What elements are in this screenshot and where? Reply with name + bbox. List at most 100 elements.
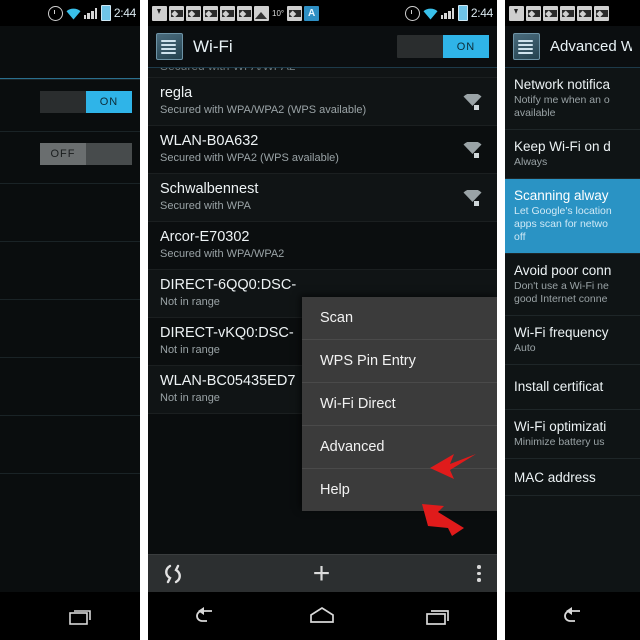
menu-item-wifi-direct[interactable]: Wi-Fi Direct (302, 383, 497, 426)
left-list-row[interactable] (0, 184, 140, 242)
recents-icon[interactable] (64, 601, 98, 631)
left-status-system-icons: 2:44 (47, 5, 136, 21)
right-phone-panel: Advanced W Network notifica Notify me wh… (505, 0, 640, 640)
envelope-icon (220, 5, 235, 21)
left-list-row[interactable] (0, 416, 140, 474)
wifi-network-row[interactable]: Arcor-E70302 Secured with WPA/WPA2 (148, 222, 497, 270)
wifi-status: Secured with WPA/WPA2 (160, 248, 285, 260)
wifi-secured-icon (462, 188, 483, 206)
add-network-button[interactable]: + (268, 555, 374, 592)
wifi-ssid: Schwalbennest (160, 181, 259, 197)
setting-title: MAC address (514, 470, 596, 485)
wifi-ssid: Arcor-E70302 (160, 229, 250, 245)
left-list-row[interactable] (0, 358, 140, 416)
mid-phone-panel: 10° A 2:44 Wi-Fi ON regla Secured with W… (148, 0, 497, 640)
setting-row-mac-address[interactable]: MAC address (505, 459, 640, 496)
left-toggle-off-label: OFF (40, 143, 86, 165)
setting-title: Wi-Fi frequency (514, 325, 609, 340)
red-arrow-pointing-to-overflow-menu (418, 498, 476, 538)
left-row-spacer (0, 26, 140, 80)
advanced-settings-list[interactable]: Network notifica Notify me when an o ava… (505, 68, 640, 592)
mid-status-bar: 10° A 2:44 (148, 0, 497, 26)
setting-row-wifi-optimization[interactable]: Wi-Fi optimizati Minimize battery us (505, 410, 640, 459)
envelope-icon (186, 5, 201, 21)
download-icon (152, 5, 167, 21)
mid-action-bar: Wi-Fi ON (148, 26, 497, 68)
back-icon[interactable] (556, 601, 590, 631)
panel-gap (497, 0, 505, 640)
mid-nav-bar (148, 592, 497, 640)
left-list-row[interactable] (0, 300, 140, 358)
left-settings-body: ON OFF (0, 26, 140, 592)
wifi-status: Secured with WPA2 (WPS available) (160, 152, 339, 164)
wifi-network-row[interactable]: Schwalbennest Secured with WPA (148, 174, 497, 222)
setting-sub: Auto (514, 342, 536, 354)
recents-icon[interactable] (422, 601, 456, 631)
left-phone-panel: 2:44 ON OFF (0, 0, 140, 640)
wifi-icon (66, 7, 81, 20)
setting-title: Scanning alway (514, 188, 609, 203)
envelope-icon (560, 5, 575, 21)
signal-icon (440, 7, 455, 19)
setting-row-avoid-poor-connections[interactable]: Avoid poor conn Don't use a Wi-Fi ne goo… (505, 254, 640, 316)
left-nav-bar (0, 592, 140, 640)
setting-sub: Notify me when an o available (514, 94, 610, 119)
partial-scrolled-row: Secured with WPA/WPA2 (148, 68, 497, 78)
image-icon (254, 5, 269, 21)
left-toggle-on[interactable]: ON (40, 91, 132, 113)
app-a-icon: A (304, 5, 320, 21)
setting-title: Avoid poor conn (514, 263, 612, 278)
envelope-icon (594, 5, 609, 21)
left-toggle-row-on[interactable]: ON (0, 80, 140, 132)
setting-title: Network notifica (514, 77, 611, 92)
wifi-secured-icon (462, 140, 483, 158)
menu-item-wps-pin-entry[interactable]: WPS Pin Entry (302, 340, 497, 383)
battery-icon (457, 5, 468, 21)
wifi-network-row[interactable]: regla Secured with WPA/WPA2 (WPS availab… (148, 78, 497, 126)
setting-sub: Don't use a Wi-Fi ne good Internet conne (514, 280, 609, 305)
left-status-bar: 2:44 (0, 0, 140, 26)
setting-row-scanning-always[interactable]: Scanning alway Let Google's location app… (505, 179, 640, 254)
setting-title: Keep Wi-Fi on d (514, 139, 611, 154)
wifi-ssid: WLAN-B0A632 (160, 133, 259, 149)
wifi-master-toggle[interactable]: ON (397, 35, 489, 58)
menu-item-scan[interactable]: Scan (302, 297, 497, 340)
envelope-icon (543, 5, 558, 21)
setting-row-wifi-frequency[interactable]: Wi-Fi frequency Auto (505, 316, 640, 365)
setting-row-install-certificates[interactable]: Install certificat (505, 365, 640, 410)
panel-gap (140, 0, 148, 640)
envelope-icon (577, 5, 592, 21)
envelope-icon (526, 5, 541, 21)
red-arrow-pointing-to-advanced (420, 448, 478, 488)
right-nav-bar (505, 592, 640, 640)
wifi-network-row[interactable]: WLAN-B0A632 Secured with WPA2 (WPS avail… (148, 126, 497, 174)
wifi-ssid: DIRECT-6QQ0:DSC- (160, 277, 297, 293)
left-list-row[interactable] (0, 242, 140, 300)
left-toggle-row-off[interactable]: OFF (0, 132, 140, 184)
overflow-menu-button[interactable] (375, 555, 497, 592)
right-status-bar (505, 0, 640, 26)
home-icon[interactable] (305, 601, 339, 631)
alarm-icon (404, 5, 420, 21)
wifi-bottom-toolbar: + (148, 554, 497, 592)
back-icon[interactable] (189, 601, 223, 631)
alarm-icon (47, 5, 63, 21)
three-panel-screenshot: 2:44 ON OFF 10° A 2:44 Wi-Fi ON regla Se… (0, 0, 640, 640)
right-action-bar: Advanced W (505, 26, 640, 68)
overflow-menu-icon (477, 565, 481, 582)
wps-icon (162, 563, 184, 585)
download-icon (509, 5, 524, 21)
setting-title: Install certificat (514, 379, 604, 394)
right-status-notifications (509, 5, 636, 21)
wifi-settings-icon (156, 33, 183, 60)
wifi-secured-icon (462, 92, 483, 110)
page-title: Advanced W (550, 38, 632, 55)
setting-row-network-notification[interactable]: Network notifica Notify me when an o ava… (505, 68, 640, 130)
left-toggle-off[interactable]: OFF (40, 143, 132, 165)
wifi-toggle-label: ON (443, 35, 489, 58)
wps-button[interactable] (148, 555, 268, 592)
mid-status-notifications: 10° A (152, 5, 405, 21)
clock-label: 2:44 (113, 6, 136, 20)
plus-icon: + (312, 556, 331, 590)
setting-row-keep-wifi-on[interactable]: Keep Wi-Fi on d Always (505, 130, 640, 179)
